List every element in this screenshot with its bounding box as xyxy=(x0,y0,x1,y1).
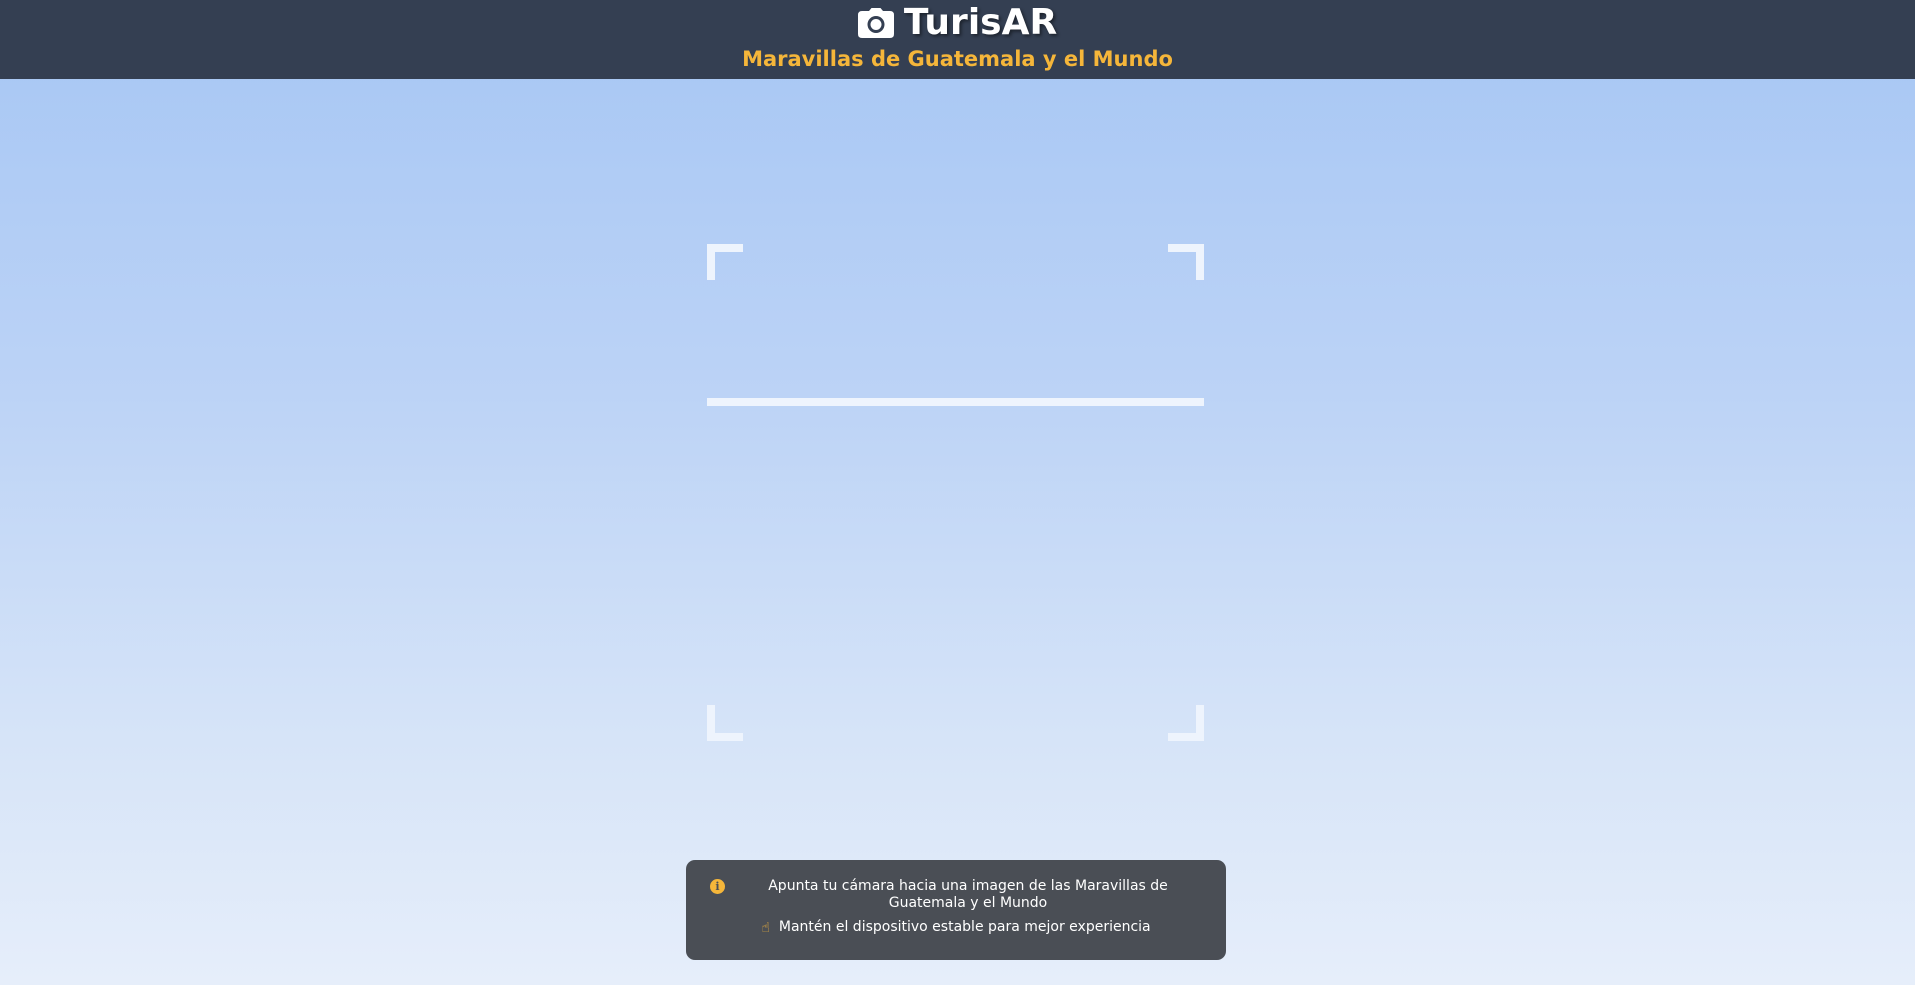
instruction-line-hold-steady: ☝ Mantén el dispositivo estable para mej… xyxy=(710,919,1202,936)
title-row: TurisAR xyxy=(0,3,1915,43)
app-title: TurisAR xyxy=(903,2,1058,43)
scanner-corner-bottom-right xyxy=(1168,705,1204,741)
instruction-line-point-camera: i Apunta tu cámara hacia una imagen de l… xyxy=(710,878,1202,912)
pointing-hand-icon: ☝ xyxy=(761,920,770,936)
app-header: TurisAR Maravillas de Guatemala y el Mun… xyxy=(0,0,1915,79)
instruction-text-hold-steady: Mantén el dispositivo estable para mejor… xyxy=(778,919,1151,935)
scanner-corner-top-left xyxy=(707,244,743,280)
info-icon: i xyxy=(710,879,725,894)
instructions-panel: i Apunta tu cámara hacia una imagen de l… xyxy=(686,860,1226,960)
scanner-corner-bottom-left xyxy=(707,705,743,741)
app-subtitle: Maravillas de Guatemala y el Mundo xyxy=(742,47,1173,71)
instruction-text-point-camera: Apunta tu cámara hacia una imagen de las… xyxy=(768,878,1168,911)
scanner-frame xyxy=(707,244,1204,741)
scan-line xyxy=(707,398,1204,406)
scanner-corner-top-right xyxy=(1168,244,1204,280)
camera-icon xyxy=(857,8,894,38)
